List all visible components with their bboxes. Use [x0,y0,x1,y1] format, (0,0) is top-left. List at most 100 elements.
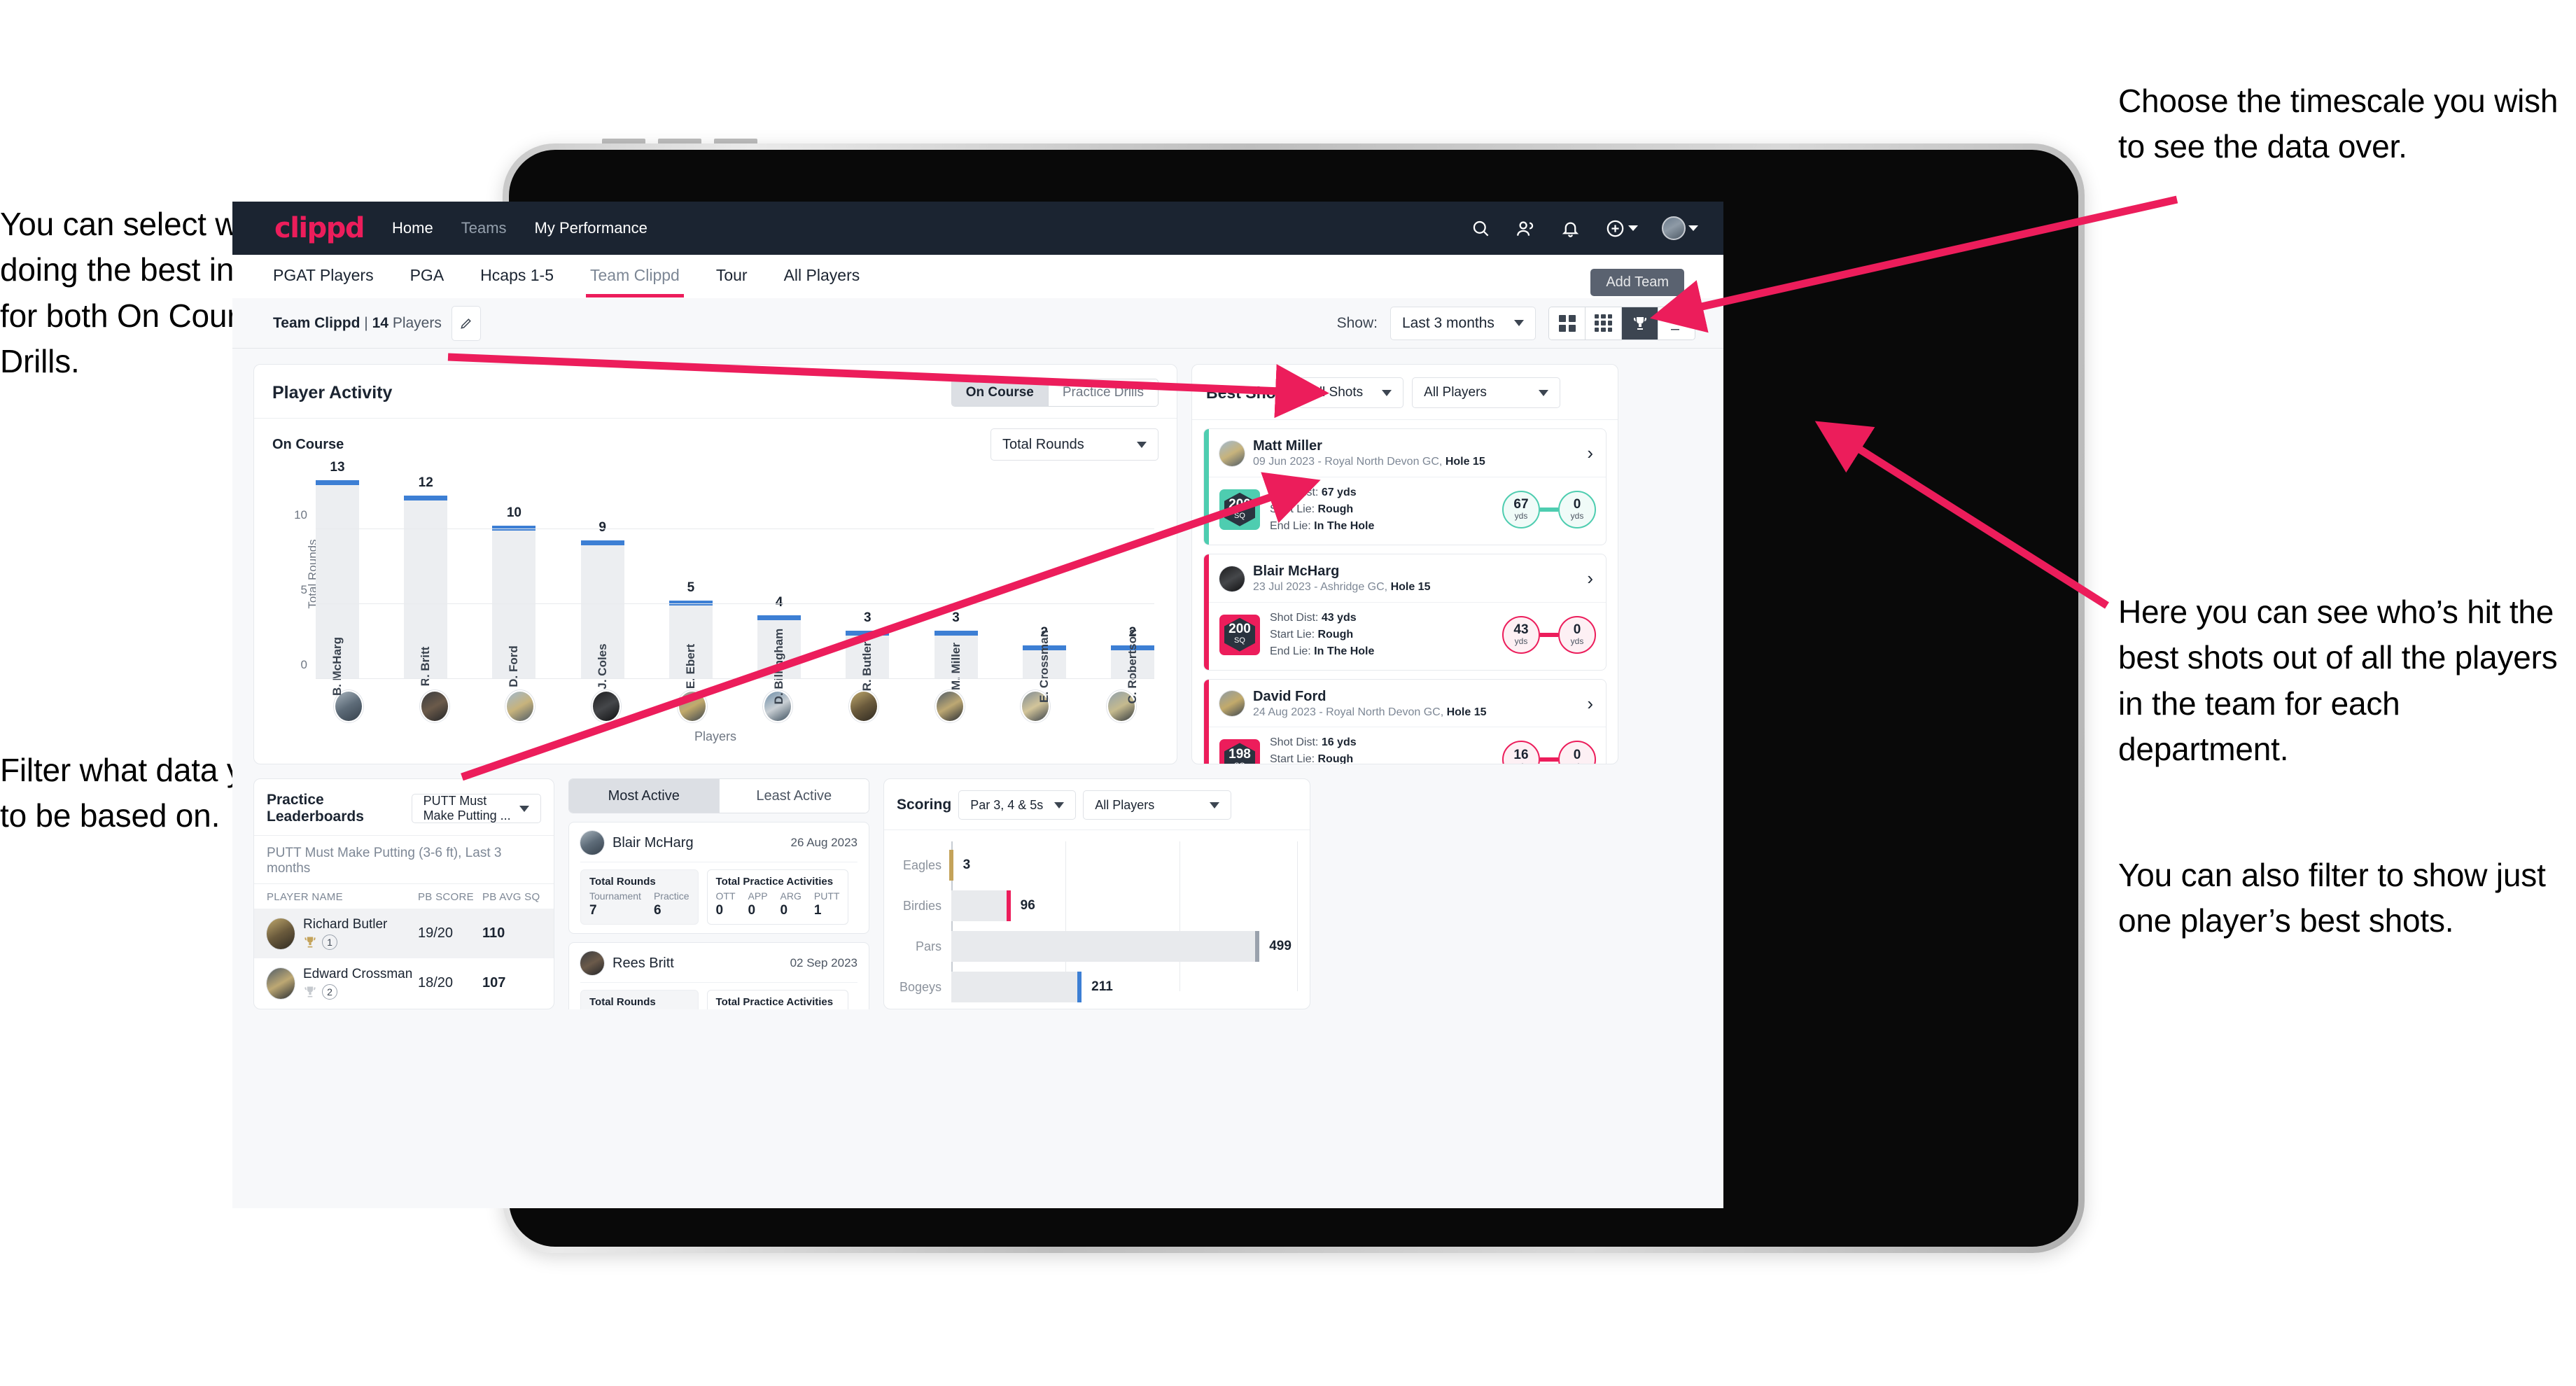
player-avatar[interactable] [591,690,621,722]
chevron-down-icon-profile[interactable] [1688,225,1698,231]
best-shot-accent-bar [1204,679,1209,764]
clippd-logo[interactable]: clippd [274,212,365,244]
chart-bar-label: M. Miller [948,642,962,691]
best-shot-item[interactable]: Matt Miller 09 Jun 2023 - Royal North Dev… [1203,428,1606,545]
chart-bar-cap [404,495,448,500]
scoring-bar-value: 3 [962,858,971,872]
toggle-on-course[interactable]: On Course [951,379,1049,406]
rank-number: 2 [322,984,337,1000]
avatar[interactable] [267,918,295,949]
best-shot-item[interactable]: David Ford 24 Aug 2023 - Royal North Devo… [1203,678,1606,764]
best-shots-shot-filter[interactable]: All Shots [1298,377,1404,408]
nav-link-my-performance[interactable]: My Performance [535,219,648,237]
plus-circle-icon[interactable] [1604,218,1625,239]
player-avatar[interactable] [848,690,878,722]
activity-stats: Total RoundsTournament8Practice4 Total Pr… [580,990,858,1009]
chevron-down-icon [1054,802,1065,808]
tab-least-active[interactable]: Least Active [719,779,869,813]
chart-bar-column[interactable]: 13 B. McHarg [316,460,359,696]
avatar[interactable] [580,951,604,975]
chart-bar-value: 5 [687,580,695,595]
avatar[interactable] [580,831,604,855]
scoring-par-filter[interactable]: Par 3, 4 & 5s [958,790,1077,820]
tab-team-clippd[interactable]: Team Clippd [586,266,684,298]
tab-pgat-players[interactable]: PGAT Players [273,266,374,288]
list-item[interactable]: Rees Britt 02 Sep 2023 Total RoundsTournam… [568,942,869,1009]
scoring-bar-row[interactable]: Birdies 96 [903,890,1297,921]
best-shot-item[interactable]: Blair McHarg 23 Jul 2023 - Ashridge GC, H… [1203,553,1606,671]
chart-bar-column[interactable]: 9 J. Coles [580,469,624,690]
view-grid-2x2-button[interactable] [1549,307,1586,340]
avatar[interactable] [1662,216,1686,240]
activity-item-header: Blair McHarg 26 Aug 2023 [580,831,858,862]
avatar[interactable] [1219,691,1245,717]
best-shots-list: Matt Miller 09 Jun 2023 - Royal North Dev… [1192,428,1618,764]
dashboard-row-2: Practice Leaderboards PUTT Must Make Put… [253,778,1702,1009]
chart-x-axis-label: Players [694,729,737,743]
view-golf-flag-button[interactable] [1658,307,1695,340]
people-icon[interactable] [1515,218,1536,239]
player-avatar[interactable] [505,690,536,722]
show-label: Show: [1336,314,1378,331]
add-team-tooltip[interactable]: Add Team [1590,269,1684,296]
view-grid-3x3-button[interactable] [1586,307,1622,340]
chart-bar-column[interactable]: 10 D. Ford [492,469,536,687]
avatar[interactable] [267,967,295,999]
chart-bar-column[interactable]: 2 C. Robertson [1110,469,1154,704]
timescale-select[interactable]: Last 3 months [1390,306,1536,340]
chart-gridline [316,678,1154,679]
practice-leaderboards-columns: PLAYER NAME PB SCORE PB AVG SQ [254,884,554,909]
tab-pga[interactable]: PGA [410,266,444,288]
table-row[interactable]: Richard Butler 1 19/20 110 [254,909,554,958]
scoring-player-filter[interactable]: All Players [1083,790,1232,820]
nav-link-home[interactable]: Home [392,219,433,237]
chart-bar-column[interactable]: 5 E. Ebert [668,469,713,689]
total-practice-box: Total Practice ActivitiesOTT0APP0ARG0PUT… [706,869,849,925]
team-name: Team Clippd [273,314,360,331]
practice-stat-key: APP [748,890,768,902]
view-trophy-button[interactable] [1622,307,1658,340]
chevron-right-icon[interactable]: › [1587,693,1596,715]
edit-team-button[interactable] [451,305,481,341]
practice-drill-select[interactable]: PUTT Must Make Putting ... [411,794,541,823]
practice-stat: ARG 0 [780,890,802,918]
best-shots-player-filter[interactable]: All Players [1412,377,1561,408]
total-practice-title: Total Practice Activities [715,996,834,1008]
chevron-down-icon-add[interactable] [1628,225,1638,231]
player-avatar[interactable] [419,690,449,722]
tab-tour[interactable]: Tour [716,266,748,288]
search-icon[interactable] [1470,218,1491,239]
chart-bar-column[interactable]: 12 R. Britt [404,469,448,686]
toggle-practice-drills[interactable]: Practice Drills [1048,379,1158,406]
hexagon-icon: 200 SQ [1224,492,1255,526]
table-row[interactable]: Edward Crossman 2 18/20 107 [254,958,554,1008]
chevron-right-icon[interactable]: › [1587,568,1596,589]
tab-most-active[interactable]: Most Active [569,779,720,813]
scoring-bar-row[interactable]: Pars 499 [916,931,1297,962]
chart-bar-cap [846,630,890,636]
player-avatar[interactable] [677,690,707,722]
metric-select[interactable]: Total Rounds [990,428,1158,461]
scoring-bar-row[interactable]: Bogeys 211 [899,972,1297,1002]
best-shot-meta: 09 Jun 2023 - Royal North Devon GC, Hole… [1253,456,1485,468]
list-item[interactable]: Blair McHarg 26 Aug 2023 Total Rounds Tourn… [568,822,869,934]
nav-link-teams[interactable]: Teams [461,219,507,237]
player-avatar[interactable] [934,690,965,722]
avatar[interactable] [1219,440,1245,466]
chart-bar-column[interactable]: 4 D. Billingham [757,469,802,704]
shot-dist-row: Shot Dist: 16 yds [1270,736,1357,749]
chart-bar-column[interactable]: 3 R. Butler [846,469,890,691]
avatar[interactable] [1219,566,1245,592]
chart-bar-column[interactable]: 2 E. Crossman [1022,469,1066,703]
tab-all-players[interactable]: All Players [784,266,860,288]
best-shot-player-name: David Ford [1253,688,1326,704]
team-separator: | [364,314,368,331]
best-shots-title: Best Shots [1206,383,1291,402]
bell-icon[interactable] [1560,218,1581,239]
chevron-right-icon[interactable]: › [1587,442,1596,464]
practice-stat-key: ARG [780,890,802,902]
tab-hcaps-1-5[interactable]: Hcaps 1-5 [480,266,554,288]
chart-bar-column[interactable]: 3 M. Miller [934,469,978,690]
scoring-bar-row[interactable]: Eagles 3 [903,850,1297,881]
chart-gridline [316,528,1154,529]
